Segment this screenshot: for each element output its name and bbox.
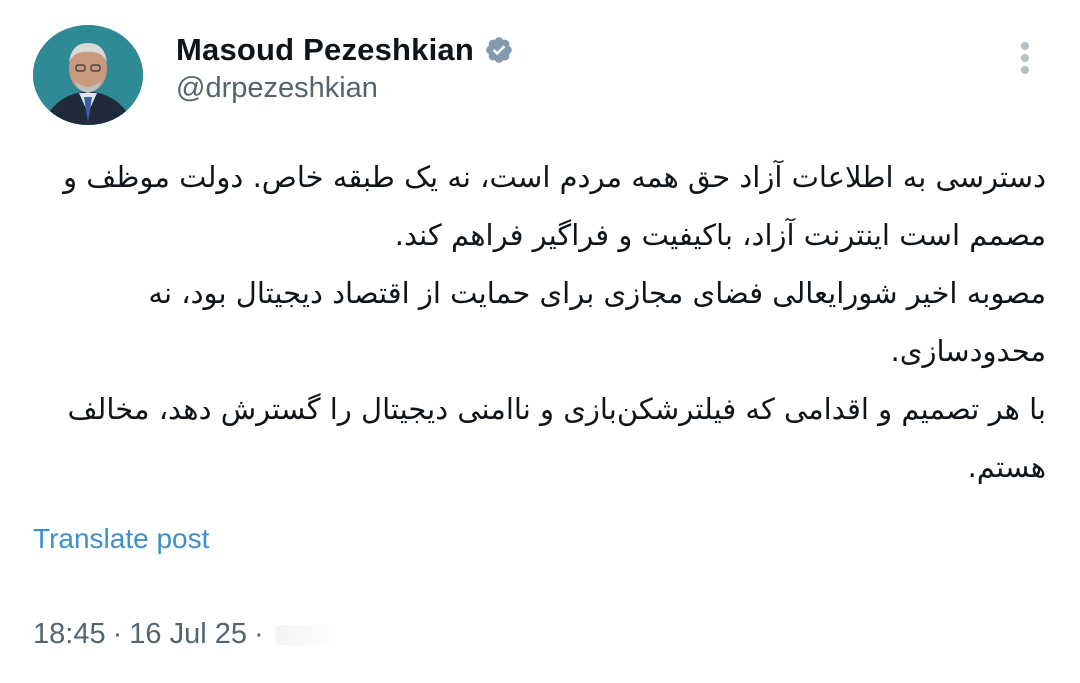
meta-separator: · bbox=[112, 618, 123, 650]
tweet-paragraph: با هر تصمیم و اقدامی که فیلترشکن‌بازی و … bbox=[67, 392, 1046, 484]
avatar[interactable] bbox=[33, 25, 143, 125]
tweet-date[interactable]: 16 Jul 25 bbox=[129, 618, 247, 651]
meta-separator: · bbox=[253, 618, 264, 650]
avatar-portrait-image bbox=[33, 25, 143, 125]
author-name-row: Masoud Pezeshkian bbox=[176, 30, 514, 70]
tweet-paragraph: مصوبه اخیر شورایعالی فضای مجازی برای حما… bbox=[148, 276, 1046, 368]
tweet-paragraph: دسترسی به اطلاعات آزاد حق همه مردم است، … bbox=[63, 160, 1046, 252]
author-handle[interactable]: @drpezeshkian bbox=[176, 72, 378, 105]
tweet-meta: 18:45 · 16 Jul 25 · bbox=[33, 618, 337, 651]
verified-badge-icon[interactable] bbox=[484, 35, 514, 65]
blurred-region bbox=[274, 624, 337, 645]
more-options-icon[interactable] bbox=[1015, 42, 1035, 80]
translate-post-link[interactable]: Translate post bbox=[33, 523, 209, 555]
author-name[interactable]: Masoud Pezeshkian bbox=[176, 32, 474, 68]
tweet-time[interactable]: 18:45 bbox=[33, 618, 106, 651]
tweet-text: دسترسی به اطلاعات آزاد حق همه مردم است، … bbox=[33, 148, 1046, 496]
